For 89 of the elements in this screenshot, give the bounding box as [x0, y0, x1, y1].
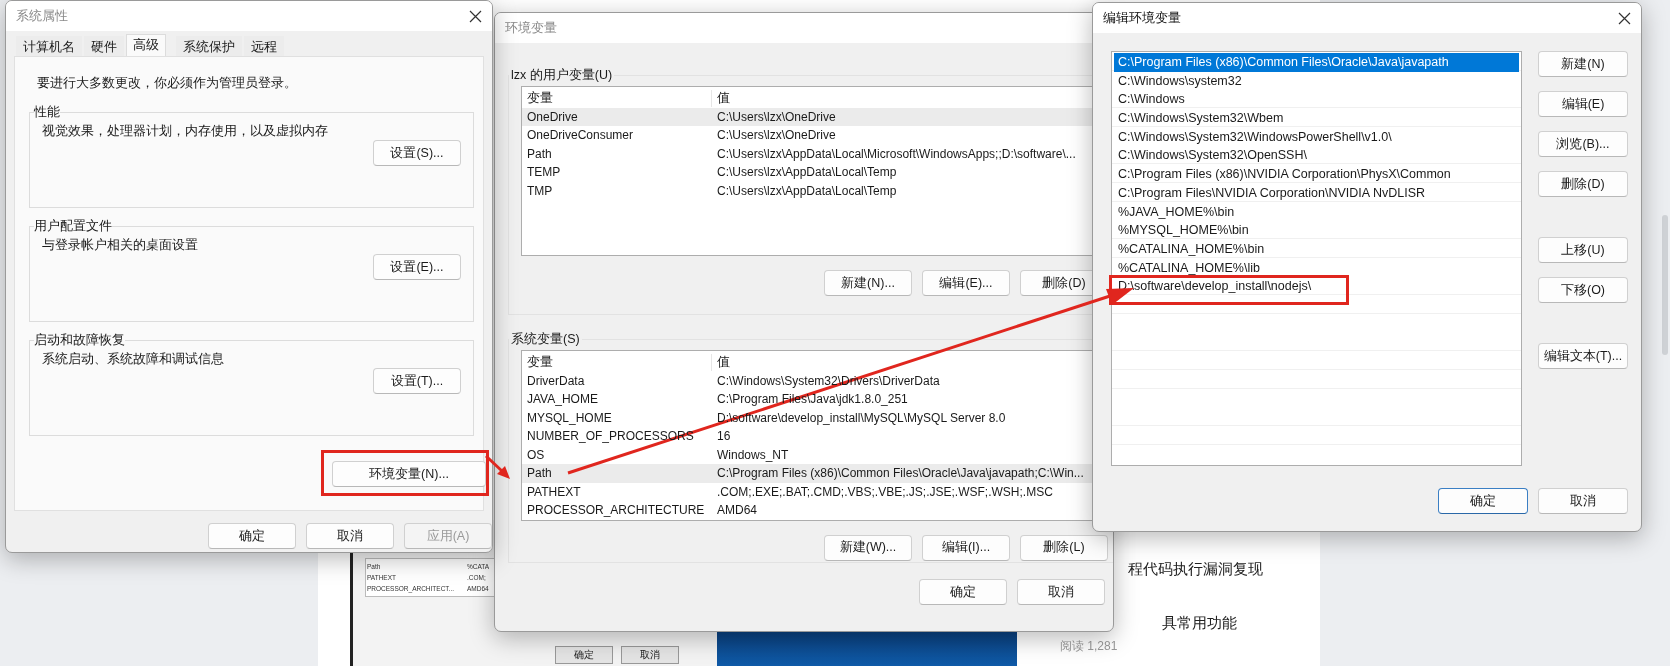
variable-name: MYSQL_HOME [526, 410, 613, 425]
variable-name: JAVA_HOME [526, 392, 599, 407]
group-title: 用户配置文件 [34, 218, 112, 235]
variable-value: C:\Users\lzx\OneDrive [716, 109, 836, 124]
edit-button[interactable]: 下移(O) [1538, 277, 1628, 303]
list-row[interactable]: PATHEXT .COM;.EXE;.BAT;.CMD;.VBS;.VBE;.JS;.JSE;.WSF;.WSH;.MSC [522, 482, 1113, 501]
dialog-button[interactable]: 取消 [1017, 579, 1105, 605]
tab[interactable]: 硬件 [84, 36, 124, 56]
window-title: 环境变量 [505, 19, 557, 37]
list-row[interactable]: PROCESSOR_ARCHITECTURE AMD64 [522, 501, 1113, 520]
dialog-button[interactable]: 取消 [1538, 488, 1628, 514]
edit-button[interactable]: 浏览(B)... [1538, 131, 1628, 157]
variable-value: C:\Users\lzx\AppData\Local\Temp [716, 165, 897, 180]
edit-button[interactable]: 删除(D) [1538, 171, 1628, 197]
list-row[interactable]: OS Windows_NT [522, 445, 1113, 464]
variable-value: C:\Users\lzx\OneDrive [716, 128, 836, 143]
variable-name: OneDriveConsumer [526, 128, 635, 143]
list-row[interactable]: OneDriveConsumer C:\Users\lzx\OneDrive [522, 126, 1113, 145]
variable-value: C:\Users\lzx\AppData\Local\Microsoft\WindowsApps;;D:\software\... [716, 146, 1076, 161]
variable-value: C:\Program Files (x86)\Common Files\Oracle\Java\javapath;C:\Win... [716, 466, 1084, 481]
path-entry[interactable]: C:\Windows\System32\Wbem [1114, 109, 1519, 128]
settings-button[interactable]: 设置(S)... [373, 140, 461, 166]
list-button[interactable]: 编辑(I)... [922, 534, 1010, 561]
dialog-button[interactable]: 取消 [306, 523, 394, 549]
environment-variables-button[interactable]: 环境变量(N)... [332, 461, 486, 487]
variable-name: DriverData [526, 373, 586, 388]
group-title: 启动和故障恢复 [34, 332, 125, 349]
variable-name: OneDrive [526, 109, 579, 124]
tab[interactable]: 高级 [126, 34, 166, 56]
path-entry[interactable]: D:\software\develop_install\nodejs\ [1109, 275, 1349, 306]
variable-value: C:\Users\lzx\AppData\Local\Temp [716, 183, 897, 198]
dialog-button[interactable]: 确定 [1438, 488, 1528, 514]
variable-name: PATHEXT [526, 484, 582, 499]
variable-value: AMD64 [716, 503, 757, 518]
variable-name: OS [526, 447, 546, 462]
group-title: 系统变量(S) [510, 331, 581, 348]
list-row[interactable]: Path C:\Users\lzx\AppData\Local\Microsoft\WindowsApps;;D:\software\... [522, 144, 1113, 163]
edit-button[interactable]: 编辑(E) [1538, 91, 1628, 117]
article-link[interactable]: 具常用功能 [1162, 614, 1328, 666]
close-icon[interactable] [469, 9, 482, 23]
edit-button[interactable]: 上移(U) [1538, 237, 1628, 263]
list-button[interactable]: 新建(W)... [824, 534, 912, 561]
group-title: lzx 的用户变量(U) [510, 67, 614, 84]
settings-button[interactable]: 设置(T)... [373, 368, 461, 394]
read-count: 阅读 1,281 [1060, 638, 1119, 655]
list-button[interactable]: 新建(N)... [824, 270, 912, 296]
edit-button[interactable]: 新建(N) [1538, 51, 1628, 77]
path-entry[interactable]: %CATALINA_HOME%\bin [1114, 239, 1519, 259]
list-row[interactable]: TMP C:\Users\lzx\AppData\Local\Temp [522, 181, 1113, 200]
path-entry[interactable]: C:\Windows\system32 [1114, 71, 1519, 91]
close-icon[interactable] [1618, 11, 1631, 25]
scrollbar-thumb[interactable] [1662, 215, 1668, 355]
column-header[interactable]: 变量 [522, 89, 712, 107]
path-entry[interactable]: C:\Windows\System32\WindowsPowerShell\v1.0\ [1114, 127, 1519, 147]
group-description: 系统启动、系统故障和调试信息 [42, 351, 225, 368]
column-header[interactable]: 变量 [522, 353, 712, 371]
settings-button[interactable]: 设置(E)... [373, 254, 461, 280]
dialog-button[interactable]: 确定 [208, 523, 296, 549]
variable-name: PROCESSOR_ARCHITECTURE [526, 503, 706, 518]
group-description: 视觉效果，处理器计划，内存使用，以及虚拟内存 [42, 123, 329, 140]
path-entry[interactable]: C:\Program Files (x86)\NVIDIA Corporation\PhysX\Common [1114, 165, 1519, 184]
variable-name: TEMP [526, 165, 562, 180]
path-entry[interactable]: %MYSQL_HOME%\bin [1114, 221, 1519, 240]
article-link[interactable]: 程代码执行漏洞复现 [1128, 560, 1328, 614]
group-title: 性能 [34, 104, 60, 121]
path-entry[interactable]: %CATALINA_HOME%\lib [1114, 258, 1519, 278]
window-title: 编辑环境变量 [1103, 9, 1181, 27]
list-row[interactable]: TEMP C:\Users\lzx\AppData\Local\Temp [522, 163, 1113, 182]
tab[interactable]: 计算机名 [16, 36, 82, 56]
group-description: 与登录帐户相关的桌面设置 [42, 237, 199, 254]
edit-button[interactable]: 编辑文本(T)... [1538, 343, 1628, 369]
variable-name: TMP [526, 183, 554, 198]
path-entry[interactable]: C:\Windows\System32\OpenSSH\ [1114, 146, 1519, 166]
variable-value: .COM;.EXE;.BAT;.CMD;.VBS;.VBE;.JS;.JSE;.WSF;.WSH;.MSC [716, 484, 1053, 499]
path-entry[interactable]: %JAVA_HOME%\bin [1114, 202, 1519, 222]
variable-name: Path [526, 146, 553, 161]
tab[interactable]: 系统保护 [176, 36, 242, 56]
path-entry[interactable]: C:\Program Files (x86)\Common Files\Oracle\Java\javapath [1114, 53, 1519, 72]
tab[interactable]: 远程 [244, 36, 284, 56]
notice-text: 要进行大多数更改，你必须作为管理员登录。 [37, 75, 298, 92]
variable-name: Path [526, 466, 553, 481]
window-title: 系统属性 [16, 7, 68, 25]
variable-value: 16 [716, 429, 731, 444]
list-button[interactable]: 删除(L) [1020, 534, 1108, 561]
list-button[interactable]: 编辑(E)... [922, 270, 1010, 296]
variable-value: Windows_NT [716, 447, 789, 462]
path-entry[interactable]: C:\Windows [1114, 90, 1519, 110]
dialog-button[interactable]: 确定 [919, 579, 1007, 605]
path-entry[interactable]: C:\Program Files\NVIDIA Corporation\NVIDIA NvDLISR [1114, 183, 1519, 203]
